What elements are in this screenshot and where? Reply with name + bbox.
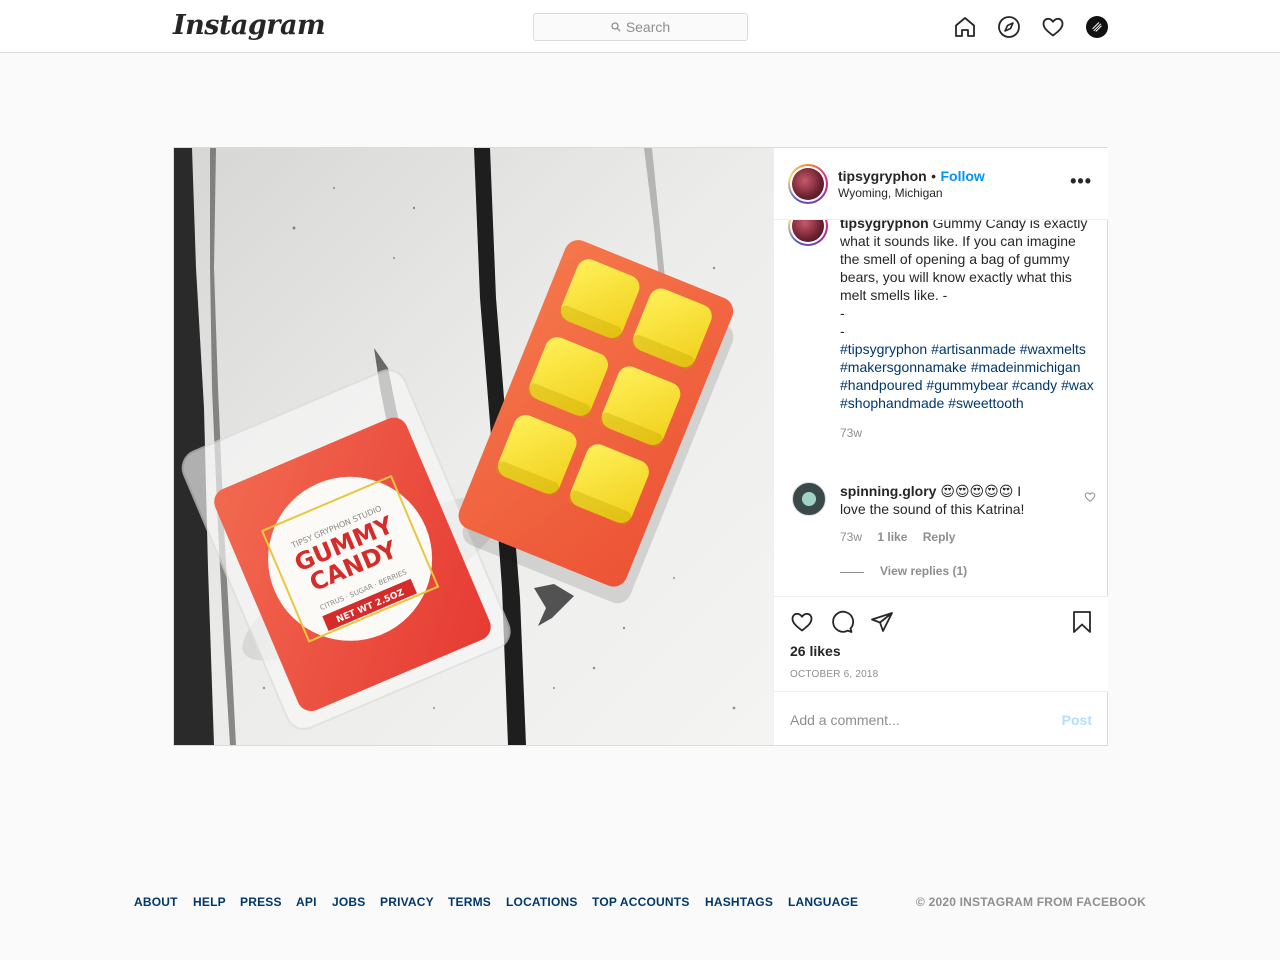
more-options-icon[interactable]: ••• xyxy=(1070,172,1092,190)
hashtag-link[interactable]: #shophandmade xyxy=(840,395,944,411)
caption-dash-2: - xyxy=(840,323,845,339)
hashtag-link[interactable]: #handpoured xyxy=(840,377,923,393)
follow-button[interactable]: Follow xyxy=(940,168,984,184)
view-replies-button[interactable]: View replies (1) xyxy=(880,564,967,578)
comment-reply-button[interactable]: Reply xyxy=(923,530,956,544)
post-card: TIPSY GRYPHON STUDIO GUMMY CANDY CITRUS … xyxy=(173,147,1108,746)
footer-link-press[interactable]: PRESS xyxy=(240,895,282,909)
post-photo[interactable]: TIPSY GRYPHON STUDIO GUMMY CANDY CITRUS … xyxy=(174,148,773,745)
wax-melts-photo: TIPSY GRYPHON STUDIO GUMMY CANDY CITRUS … xyxy=(174,148,773,745)
comment: spinning.glory 😍😍😍😍😍 I love the sound of… xyxy=(840,482,1046,518)
top-navigation-bar: Instagram Search xyxy=(0,0,1280,53)
footer-link-api[interactable]: API xyxy=(296,895,317,909)
footer-link-locations[interactable]: LOCATIONS xyxy=(506,895,578,909)
likes-count[interactable]: 26 likes xyxy=(790,643,841,659)
hashtag-link[interactable]: #waxmelts xyxy=(1020,341,1086,357)
post-date[interactable]: OCTOBER 6, 2018 xyxy=(790,669,878,680)
author-avatar-image xyxy=(792,168,824,200)
comment-likes-count[interactable]: 1 like xyxy=(877,530,907,544)
post-location[interactable]: Wyoming, Michigan xyxy=(838,186,943,200)
caption-username[interactable]: tipsygryphon xyxy=(840,220,929,231)
caption-text: Gummy Candy is exactly what it sounds li… xyxy=(840,220,1088,303)
search-placeholder: Search xyxy=(625,19,671,35)
post-header: tipsygryphon • Follow Wyoming, Michigan … xyxy=(774,148,1108,220)
author-avatar[interactable] xyxy=(788,164,828,204)
commenter-avatar[interactable] xyxy=(792,482,826,516)
profile-avatar[interactable] xyxy=(1086,16,1108,38)
compass-icon[interactable] xyxy=(997,15,1021,39)
caption: tipsygryphon Gummy Candy is exactly what… xyxy=(840,220,1094,442)
hashtag-link[interactable]: #candy xyxy=(1012,377,1057,393)
comment-timestamp[interactable]: 73w xyxy=(840,530,862,544)
replies-divider xyxy=(840,572,864,573)
add-comment-input[interactable]: Add a comment... xyxy=(790,712,900,728)
search-icon xyxy=(611,22,621,32)
footer-link-help[interactable]: HELP xyxy=(193,895,226,909)
hashtag-link[interactable]: #wax xyxy=(1061,377,1094,393)
caption-timestamp[interactable]: 73w xyxy=(840,424,1094,442)
comment-emojis: 😍😍😍😍😍 xyxy=(940,483,1014,499)
caption-hashtags: #tipsygryphon #artisanmade #waxmelts #ma… xyxy=(840,340,1094,412)
heart-icon[interactable] xyxy=(1041,15,1065,39)
header-separator: • xyxy=(931,168,937,184)
hashtag-link[interactable]: #tipsygryphon xyxy=(840,341,927,357)
hashtag-link[interactable]: #madeinmichigan xyxy=(971,359,1081,375)
copyright-notice: © 2020 INSTAGRAM FROM FACEBOOK xyxy=(916,895,1146,909)
hashtag-link[interactable]: #makersgonnamake xyxy=(840,359,967,375)
post-comment-button[interactable]: Post xyxy=(1062,712,1092,728)
commenter-username[interactable]: spinning.glory xyxy=(840,483,936,499)
footer-link-about[interactable]: ABOUT xyxy=(134,895,178,909)
comments-section[interactable]: tipsygryphon Gummy Candy is exactly what… xyxy=(774,220,1108,596)
instagram-logo[interactable]: Instagram xyxy=(173,10,326,41)
comment-bubble-icon[interactable] xyxy=(830,610,854,634)
hashtag-link[interactable]: #gummybear xyxy=(926,377,1008,393)
bookmark-icon[interactable] xyxy=(1070,610,1094,634)
caption-author-avatar-image xyxy=(792,220,824,242)
footer-link-language[interactable]: LANGUAGE xyxy=(788,895,858,909)
footer: ABOUT HELP PRESS API JOBS PRIVACY TERMS … xyxy=(134,895,1146,911)
footer-link-privacy[interactable]: PRIVACY xyxy=(380,895,434,909)
post-actions: 26 likes OCTOBER 6, 2018 xyxy=(774,596,1108,691)
comment-meta: 73w 1 like Reply xyxy=(840,530,955,544)
footer-link-jobs[interactable]: JOBS xyxy=(332,895,365,909)
caption-dash-1: - xyxy=(840,305,845,321)
paper-plane-icon[interactable] xyxy=(870,610,894,634)
footer-link-hashtags[interactable]: HASHTAGS xyxy=(705,895,773,909)
hashtag-link[interactable]: #artisanmade xyxy=(931,341,1016,357)
profile-pattern-icon xyxy=(1092,22,1102,32)
author-username[interactable]: tipsygryphon xyxy=(838,168,927,184)
hashtag-link[interactable]: #sweettooth xyxy=(948,395,1024,411)
footer-link-terms[interactable]: TERMS xyxy=(448,895,491,909)
post-side-panel: tipsygryphon • Follow Wyoming, Michigan … xyxy=(773,148,1108,745)
home-icon[interactable] xyxy=(953,15,977,39)
like-heart-icon[interactable] xyxy=(790,610,814,634)
footer-link-top-accounts[interactable]: TOP ACCOUNTS xyxy=(592,895,690,909)
comment-like-icon[interactable] xyxy=(1084,490,1096,502)
caption-author-avatar[interactable] xyxy=(788,220,828,246)
add-comment-form: Add a comment... Post xyxy=(774,691,1108,745)
search-input[interactable]: Search xyxy=(533,13,748,41)
